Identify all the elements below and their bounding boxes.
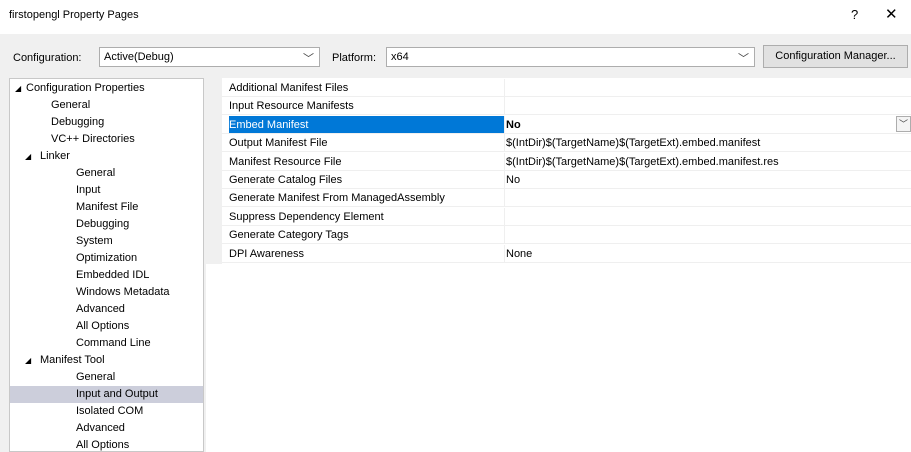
tree-item[interactable]: Manifest File bbox=[10, 199, 203, 216]
tree-item[interactable]: Input and Output bbox=[10, 386, 203, 403]
configuration-manager-button[interactable]: Configuration Manager... bbox=[763, 45, 908, 68]
tree-item[interactable]: VC++ Directories bbox=[10, 131, 203, 148]
expand-icon[interactable]: ◢ bbox=[25, 148, 31, 165]
tree-item[interactable]: Debugging bbox=[10, 114, 203, 131]
configuration-dropdown[interactable]: Active(Debug) ﹀ bbox=[99, 47, 320, 67]
property-row[interactable]: Suppress Dependency Element bbox=[222, 207, 911, 226]
property-value[interactable]: No bbox=[506, 116, 521, 134]
tree-item-label: Isolated COM bbox=[76, 405, 144, 417]
tree-item[interactable]: System bbox=[10, 233, 203, 250]
tree-item-label: Manifest Tool bbox=[40, 354, 105, 366]
tree-item[interactable]: Input bbox=[10, 182, 203, 199]
tree-item[interactable]: Advanced bbox=[10, 420, 203, 437]
window-title: firstopengl Property Pages bbox=[9, 9, 139, 21]
title-bar: firstopengl Property Pages ? ✕ bbox=[0, 0, 911, 34]
property-name: Suppress Dependency Element bbox=[229, 207, 505, 225]
tree-item-label: Optimization bbox=[76, 252, 138, 264]
property-row[interactable]: Generate Manifest From ManagedAssembly bbox=[222, 189, 911, 208]
grid-gutter bbox=[206, 78, 222, 264]
property-name: Manifest Resource File bbox=[229, 152, 505, 170]
configuration-label: Configuration: bbox=[13, 52, 82, 64]
tree-item-label: Debugging bbox=[51, 116, 105, 128]
tree-item-label: Windows Metadata bbox=[76, 286, 170, 298]
tree-item-label: Command Line bbox=[76, 337, 151, 349]
tree-item[interactable]: All Options bbox=[10, 318, 203, 335]
tree-item-label: System bbox=[76, 235, 113, 247]
property-grid[interactable]: Additional Manifest Files Input Resource … bbox=[206, 78, 911, 452]
property-row[interactable]: Generate Category Tags bbox=[222, 226, 911, 245]
property-row[interactable]: Manifest Resource File $(IntDir)$(TargetN… bbox=[222, 152, 911, 171]
tree-item[interactable]: All Options bbox=[10, 437, 203, 451]
expand-icon[interactable]: ◢ bbox=[15, 80, 21, 97]
tree-item-label: Embedded IDL bbox=[76, 269, 150, 281]
tree-item[interactable]: ◢ Manifest Tool bbox=[10, 352, 203, 369]
chevron-down-icon[interactable]: ﹀ bbox=[896, 115, 911, 132]
tree-item-label: All Options bbox=[76, 320, 130, 332]
property-row[interactable]: Output Manifest File $(IntDir)$(TargetNam… bbox=[222, 134, 911, 153]
property-value[interactable]: No bbox=[506, 171, 520, 189]
tree-item-label: Input bbox=[76, 184, 101, 196]
property-name: Output Manifest File bbox=[229, 134, 505, 152]
tree-item-label: Advanced bbox=[76, 422, 125, 434]
tree-item[interactable]: Debugging bbox=[10, 216, 203, 233]
tree-item[interactable]: Advanced bbox=[10, 301, 203, 318]
property-name: Generate Manifest From ManagedAssembly bbox=[229, 189, 505, 207]
property-value[interactable]: None bbox=[506, 245, 532, 263]
tree-item[interactable]: Command Line bbox=[10, 335, 203, 352]
platform-value: x64 bbox=[391, 51, 409, 63]
platform-label: Platform: bbox=[332, 52, 377, 64]
property-name: DPI Awareness bbox=[229, 244, 505, 262]
help-button[interactable]: ? bbox=[851, 7, 858, 22]
expand-icon[interactable]: ◢ bbox=[25, 352, 31, 369]
property-tree[interactable]: ◢ Configuration Properties General Debuggin… bbox=[9, 78, 204, 452]
tree-item-label: Configuration Properties bbox=[26, 82, 145, 94]
tree-item-label: Debugging bbox=[76, 218, 130, 230]
property-row[interactable]: DPI Awareness None bbox=[222, 244, 911, 263]
tree-item-label: General bbox=[51, 99, 91, 111]
tree-item[interactable]: General bbox=[10, 97, 203, 114]
property-row[interactable]: Generate Catalog Files No bbox=[222, 171, 911, 189]
property-row[interactable]: Embed Manifest No ﹀ bbox=[222, 115, 911, 134]
tree-item-label: Manifest File bbox=[76, 201, 139, 213]
platform-dropdown[interactable]: x64 ﹀ bbox=[386, 47, 755, 67]
tree-item[interactable]: Isolated COM bbox=[10, 403, 203, 420]
tree-item-label: All Options bbox=[76, 439, 130, 451]
tree-item-label: General bbox=[76, 167, 116, 179]
configuration-value: Active(Debug) bbox=[104, 51, 174, 63]
tree-item-label: Linker bbox=[40, 150, 70, 162]
tree-item[interactable]: ◢ Configuration Properties bbox=[10, 80, 203, 97]
property-value[interactable]: $(IntDir)$(TargetName)$(TargetExt).embed… bbox=[506, 153, 779, 171]
close-icon[interactable]: ✕ bbox=[885, 5, 898, 23]
tree-item[interactable]: Optimization bbox=[10, 250, 203, 267]
property-name: Generate Category Tags bbox=[229, 226, 505, 244]
property-name: Additional Manifest Files bbox=[229, 79, 505, 96]
property-name: Embed Manifest bbox=[229, 115, 505, 133]
property-value[interactable]: $(IntDir)$(TargetName)$(TargetExt).embed… bbox=[506, 134, 760, 152]
tree-item-label: General bbox=[76, 371, 116, 383]
property-name: Input Resource Manifests bbox=[229, 97, 505, 115]
tree-item-label: Advanced bbox=[76, 303, 125, 315]
property-row[interactable]: Input Resource Manifests bbox=[222, 97, 911, 116]
tree-item[interactable]: General bbox=[10, 369, 203, 386]
tree-item[interactable]: ◢ Linker bbox=[10, 148, 203, 165]
property-name: Generate Catalog Files bbox=[229, 171, 505, 188]
tree-item[interactable]: General bbox=[10, 165, 203, 182]
tree-item[interactable]: Embedded IDL bbox=[10, 267, 203, 284]
chevron-down-icon: ﹀ bbox=[303, 53, 314, 65]
tree-item[interactable]: Windows Metadata bbox=[10, 284, 203, 301]
tree-item-label: VC++ Directories bbox=[51, 133, 135, 145]
property-row[interactable]: Additional Manifest Files bbox=[222, 79, 911, 97]
tree-item-label: Input and Output bbox=[76, 388, 158, 400]
chevron-down-icon: ﹀ bbox=[738, 53, 749, 65]
